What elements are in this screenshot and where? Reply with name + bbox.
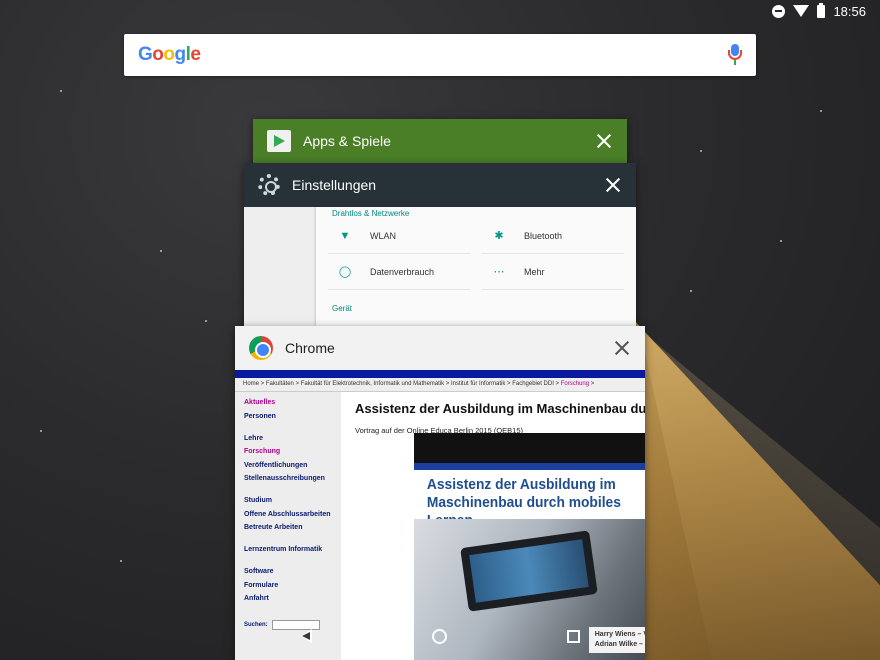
article-heading: Assistenz der Ausbildung im Maschinenbau… [355,401,645,416]
sidebar-link[interactable]: Stellenausschreibungen [244,472,332,486]
card-title: Apps & Spiele [303,133,391,149]
close-icon[interactable] [595,132,613,150]
sidebar-link[interactable]: Anfahrt [244,592,332,606]
sidebar-link[interactable]: Lehre [244,432,332,446]
sidebar-link[interactable]: Personen [244,410,332,424]
mic-icon[interactable] [728,44,742,66]
more-icon: ⋯ [493,266,505,278]
settings-item-data-usage[interactable]: ◯ Datenverbrauch [328,254,470,290]
bluetooth-icon: ✱ [494,230,504,242]
back-icon[interactable] [300,629,312,643]
card-title: Chrome [285,340,335,356]
do-not-disturb-icon [772,4,786,18]
recent-app-settings[interactable]: Einstellungen Drahtlos & Netzwerke ▼ WLA… [244,163,636,353]
battery-icon [817,2,826,18]
section-header: Drahtlos & Netzwerke [332,209,410,218]
sidebar-link[interactable]: Offene Abschlussarbeiten [244,508,332,522]
google-logo: Google [138,44,201,65]
wifi-signal-icon [793,5,810,17]
settings-item-bluetooth[interactable]: ✱ Bluetooth [482,218,624,254]
navigation-bar [0,612,880,660]
sidebar-link[interactable]: Lernzentrum Informatik [244,543,332,557]
google-search-bar[interactable]: Google [124,34,756,76]
gear-icon [258,174,280,196]
recent-app-chrome[interactable]: Chrome Home > Fakultäten > Fakultät für … [235,326,645,660]
recents-icon[interactable] [567,629,580,643]
sidebar-link[interactable]: Betreute Arbeiten [244,521,332,535]
play-store-icon [267,130,291,152]
site-header-strip [235,370,645,378]
settings-item-wlan[interactable]: ▼ WLAN [328,218,470,254]
sidebar-link[interactable]: Forschung [244,445,332,459]
breadcrumb: Home > Fakultäten > Fakultät für Elektro… [235,378,645,392]
card-title: Einstellungen [292,177,377,193]
home-icon[interactable] [432,628,447,644]
sidebar-link[interactable]: Software [244,565,332,579]
settings-item-more[interactable]: ⋯ Mehr [482,254,624,290]
sidebar-link[interactable]: Formulare [244,579,332,593]
chrome-icon [249,336,273,360]
wifi-icon: ▼ [339,229,351,242]
sidebar-link[interactable]: Veröffentlichungen [244,459,332,473]
sidebar-link[interactable]: Studium [244,494,332,508]
sidebar-link[interactable]: Aktuelles [244,396,332,410]
data-usage-icon: ◯ [338,266,352,278]
status-time: 18:56 [833,3,866,19]
close-icon[interactable] [613,339,631,357]
section-header: Gerät [332,304,353,313]
close-icon[interactable] [604,176,622,194]
status-bar: 18:56 [772,0,880,22]
